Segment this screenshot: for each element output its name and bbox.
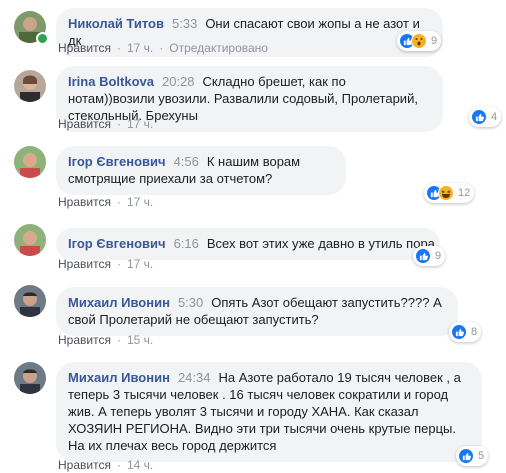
reaction-count: 4: [491, 111, 498, 123]
comment-age[interactable]: 15 ч.: [127, 333, 153, 347]
like-reaction-icon: [451, 324, 467, 340]
comment-time[interactable]: 24:34: [178, 370, 211, 385]
reaction-count: 12: [458, 187, 471, 199]
comment-actions: Нравится · 17 ч.: [58, 117, 153, 131]
reaction-count: 5: [478, 450, 485, 462]
like-reaction-icon: [471, 109, 487, 125]
comment-author[interactable]: Михаил Ивонин: [68, 295, 170, 310]
comment-bubble: Михаил Ивонин 5:30 Опять Азот обещают запу…: [56, 287, 458, 336]
reactions-summary[interactable]: 8: [449, 322, 482, 342]
comment-author[interactable]: Николай Титов: [68, 16, 164, 31]
reaction-count: 9: [431, 35, 438, 47]
online-status-dot: [36, 32, 49, 45]
comment-bubble: Ігор Євгенович 4:56 К нашим ворам смотрящи…: [56, 146, 346, 195]
comment-author[interactable]: Ігор Євгенович: [68, 236, 166, 251]
comment-actions: Нравится · 17 ч. · Отредактировано: [58, 41, 268, 55]
reaction-count: 8: [471, 326, 478, 338]
like-button[interactable]: Нравится: [58, 333, 111, 347]
comment-text: Всех вот этих уже давно в утиль пора: [206, 236, 435, 251]
comment-actions: Нравится · 15 ч.: [58, 333, 153, 347]
like-button[interactable]: Нравится: [58, 41, 111, 55]
like-button[interactable]: Нравится: [58, 195, 111, 209]
reactions-summary[interactable]: 5: [456, 446, 489, 466]
reaction-count: 9: [435, 250, 442, 262]
avatar[interactable]: [14, 362, 46, 394]
comment-age[interactable]: 17 ч.: [127, 41, 153, 55]
separator: ·: [116, 195, 121, 209]
comment-author[interactable]: Михаил Ивонин: [68, 370, 170, 385]
comment-age[interactable]: 14 ч.: [127, 458, 153, 472]
reactions-summary[interactable]: 9: [397, 31, 442, 51]
reactions-summary[interactable]: 4: [469, 107, 502, 127]
comment-author[interactable]: Ігор Євгенович: [68, 154, 166, 169]
wow-reaction-icon: [411, 33, 427, 49]
like-reaction-icon: [415, 248, 431, 264]
separator: ·: [116, 257, 121, 271]
comment-time[interactable]: 20:28: [162, 74, 195, 89]
comment-age[interactable]: 17 ч.: [127, 117, 153, 131]
like-button[interactable]: Нравится: [58, 458, 111, 472]
comment-time[interactable]: 5:30: [178, 295, 203, 310]
avatar[interactable]: [14, 285, 46, 317]
separator: ·: [116, 458, 121, 472]
separator: ·: [159, 41, 164, 55]
like-reaction-icon: [458, 448, 474, 464]
like-button[interactable]: Нравится: [58, 117, 111, 131]
comment-bubble: Михаил Ивонин 24:34 На Азоте работало 19 т…: [56, 362, 482, 462]
comment-author[interactable]: Irina Boltkova: [68, 74, 154, 89]
separator: ·: [116, 41, 121, 55]
comment-age[interactable]: 17 ч.: [127, 257, 153, 271]
comment-bubble: Ігор Євгенович 6:16 Всех вот этих уже давн…: [56, 228, 440, 260]
comment-actions: Нравится · 17 ч.: [58, 195, 153, 209]
haha-reaction-icon: [438, 185, 454, 201]
avatar[interactable]: [14, 224, 46, 256]
reactions-summary[interactable]: 12: [424, 183, 475, 203]
separator: ·: [116, 117, 121, 131]
comment-actions: Нравится · 14 ч.: [58, 458, 153, 472]
edited-label[interactable]: Отредактировано: [169, 41, 268, 55]
comment-actions: Нравится · 17 ч.: [58, 257, 153, 271]
reactions-summary[interactable]: 9: [413, 246, 446, 266]
comment-time[interactable]: 4:56: [174, 154, 199, 169]
comment-age[interactable]: 17 ч.: [127, 195, 153, 209]
comment-time[interactable]: 5:33: [172, 16, 197, 31]
like-button[interactable]: Нравится: [58, 257, 111, 271]
avatar[interactable]: [14, 70, 46, 102]
avatar[interactable]: [14, 146, 46, 178]
separator: ·: [116, 333, 121, 347]
comment-time[interactable]: 6:16: [174, 236, 199, 251]
